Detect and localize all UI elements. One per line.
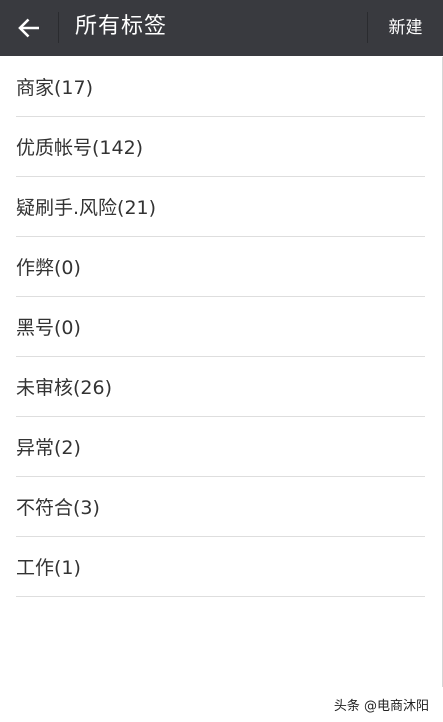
tag-label: 黑号(0) [16,317,81,339]
tag-item[interactable]: 疑刷手.风险(21) [16,177,425,237]
page-title: 所有标签 [75,14,168,39]
tag-item[interactable]: 不符合(3) [16,477,425,537]
header-divider-left [58,12,59,43]
back-button[interactable] [0,0,58,56]
tag-label: 疑刷手.风险(21) [16,197,157,219]
tag-label: 异常(2) [16,437,81,459]
tag-item[interactable]: 作弊(0) [16,237,425,297]
new-tag-button[interactable]: 新建 [368,0,443,56]
tag-label: 商家(17) [16,77,94,99]
tag-item[interactable]: 优质帐号(142) [16,117,425,177]
tag-item[interactable]: 异常(2) [16,417,425,477]
tag-label: 优质帐号(142) [16,137,144,159]
back-arrow-icon [18,18,40,38]
tag-label: 工作(1) [16,557,81,579]
tag-item[interactable]: 工作(1) [16,537,425,597]
tag-list: 商家(17) 优质帐号(142) 疑刷手.风险(21) 作弊(0) 黑号(0) … [0,57,443,597]
title-bar: 所有标签 新建 [0,0,443,56]
tag-item[interactable]: 商家(17) [16,57,425,117]
watermark: 头条 @电商沐阳 [333,699,429,714]
tag-label: 作弊(0) [16,257,81,279]
tag-label: 未审核(26) [16,377,113,399]
tag-label: 不符合(3) [16,497,100,519]
tag-item[interactable]: 未审核(26) [16,357,425,417]
tag-item[interactable]: 黑号(0) [16,297,425,357]
